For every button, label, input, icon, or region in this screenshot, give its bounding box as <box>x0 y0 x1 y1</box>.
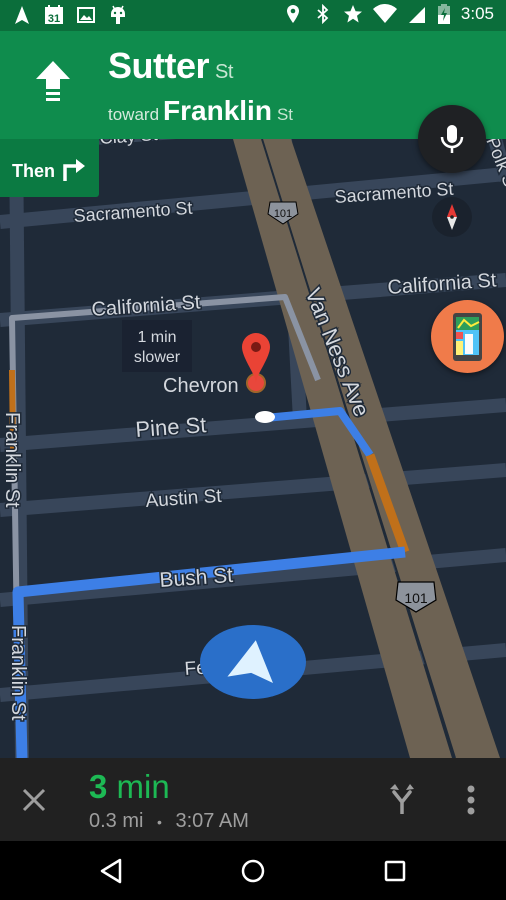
trip-summary-panel[interactable]: 3 min 0.3 mi • 3:07 AM <box>0 758 506 841</box>
compass-button[interactable] <box>432 197 472 237</box>
bluetooth-icon <box>317 4 329 24</box>
signal-icon <box>408 7 425 23</box>
toward-suffix: St <box>276 105 294 124</box>
more-vertical-icon[interactable] <box>464 783 478 817</box>
street-label: Pine St <box>135 412 208 442</box>
map-canvas[interactable]: 101 101 Clay St Sacramento St Sacramento… <box>0 139 506 758</box>
straight-arrow-icon <box>36 61 70 101</box>
clock: 3:05 <box>460 4 494 23</box>
close-icon[interactable] <box>22 788 46 812</box>
current-street: Sutter St <box>108 45 233 87</box>
recents-icon[interactable] <box>384 860 406 882</box>
svg-text:1 min: 1 min <box>137 329 176 346</box>
home-icon[interactable] <box>241 859 265 883</box>
destination-pin-icon[interactable] <box>242 333 270 393</box>
eta-value: 3 <box>89 768 108 805</box>
arrival-time: 3:07 AM <box>175 810 249 832</box>
current-location-marker <box>200 625 306 699</box>
street-label: Sacramento St <box>73 198 193 226</box>
street-suffix: St <box>215 61 233 83</box>
calendar-icon: 31 <box>45 5 63 25</box>
toward-line: toward Franklin St <box>108 95 293 127</box>
trip-details: 0.3 mi • 3:07 AM <box>89 810 249 833</box>
microphone-icon <box>440 125 464 153</box>
street-label: California St <box>91 291 202 321</box>
then-chip[interactable]: Then <box>0 139 99 197</box>
eta-unit: min <box>116 768 170 805</box>
map-view[interactable]: 101 101 Clay St Sacramento St Sacramento… <box>0 139 506 758</box>
turn-right-icon <box>63 159 85 181</box>
svg-text:101: 101 <box>404 590 428 606</box>
wifi-icon <box>372 4 397 24</box>
calendar-day: 31 <box>48 13 60 25</box>
poi-label[interactable]: Chevron <box>162 374 241 399</box>
toward-street: Franklin <box>163 95 272 126</box>
street-label: Franklin St <box>1 412 23 508</box>
voice-search-button[interactable] <box>418 105 486 173</box>
then-label: Then <box>12 161 55 181</box>
traffic-map-icon <box>453 313 482 361</box>
status-bar: 31 3:05 <box>0 0 506 31</box>
street-name: Sutter <box>108 45 210 86</box>
battery-charging-icon <box>437 4 450 24</box>
alternate-routes-icon[interactable] <box>389 784 415 814</box>
traffic-map-button[interactable] <box>431 300 504 373</box>
image-icon <box>77 7 95 23</box>
android-icon <box>111 5 125 24</box>
route-callout[interactable]: 1 min slower <box>122 320 192 372</box>
compass-icon <box>447 204 457 230</box>
system-navigation-bar <box>0 841 506 900</box>
remaining-distance: 0.3 mi <box>89 810 144 832</box>
street-label: Franklin St <box>7 625 29 721</box>
route-origin-dot <box>255 411 275 423</box>
eta-duration: 3 min <box>89 768 170 806</box>
separator: • <box>157 814 162 830</box>
star-icon <box>343 5 362 23</box>
street-label: Clay St <box>99 139 158 148</box>
street-label: California St <box>387 269 498 299</box>
svg-text:slower: slower <box>134 349 181 366</box>
street-label: Austin St <box>145 486 223 512</box>
svg-text:101: 101 <box>274 208 292 220</box>
back-icon[interactable] <box>99 858 123 884</box>
toward-label: toward <box>108 105 160 124</box>
street-label: Bush St <box>159 564 234 592</box>
location-icon <box>286 5 299 23</box>
navigation-icon <box>15 6 29 24</box>
